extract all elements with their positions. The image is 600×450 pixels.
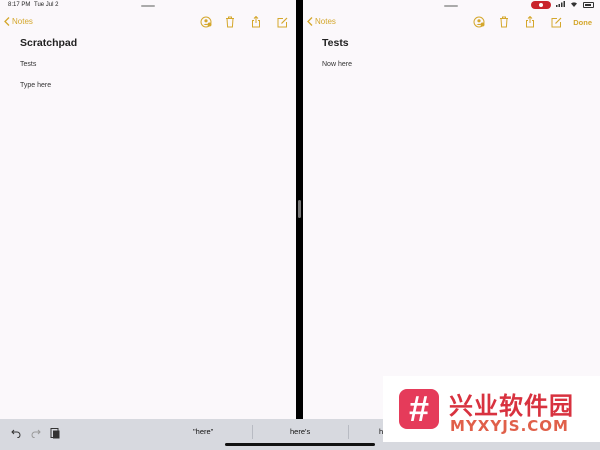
watermark-en-text: MYXYJS.COM	[450, 417, 569, 435]
suggestion-1[interactable]: "here"	[193, 427, 213, 436]
battery-icon	[583, 2, 594, 8]
split-view-divider[interactable]	[296, 0, 303, 450]
compose-icon[interactable]	[276, 16, 288, 28]
chevron-left-icon	[307, 17, 313, 26]
share-icon[interactable]	[524, 16, 536, 28]
note-line[interactable]: Type here	[20, 82, 51, 89]
left-multitask-grabber[interactable]	[141, 5, 155, 7]
signal-icon	[556, 1, 565, 9]
paste-icon[interactable]	[49, 427, 61, 439]
screen-recording-icon[interactable]	[531, 1, 551, 9]
chevron-left-icon	[4, 17, 10, 26]
left-back-button[interactable]: Notes	[4, 17, 33, 26]
right-navbar: Notes Done	[303, 14, 600, 32]
note-title[interactable]: Tests	[322, 37, 349, 49]
share-icon[interactable]	[250, 16, 262, 28]
status-time: 8:17 PM	[8, 2, 31, 8]
right-notes-pane: Notes Done Tests Now here	[303, 12, 600, 419]
watermark: # 兴业软件园 MYXYJS.COM	[383, 376, 600, 442]
back-label: Notes	[315, 17, 336, 26]
trash-icon[interactable]	[498, 16, 510, 28]
note-line[interactable]: Now here	[322, 61, 352, 68]
home-indicator[interactable]	[225, 443, 375, 446]
right-multitask-grabber[interactable]	[444, 5, 458, 7]
status-indicators	[531, 1, 594, 9]
wifi-icon	[570, 1, 578, 9]
watermark-cn-text: 兴业软件园	[449, 392, 574, 420]
suggestion-separator	[252, 425, 253, 439]
left-notes-pane: Notes Scratchpad Tests Type here	[0, 12, 296, 419]
redo-icon[interactable]	[30, 427, 42, 439]
left-navbar: Notes	[0, 14, 296, 32]
share-person-icon[interactable]	[200, 16, 212, 28]
done-button[interactable]: Done	[573, 18, 592, 27]
note-line[interactable]: Tests	[20, 61, 36, 68]
status-date: Tue Jul 2	[34, 2, 59, 8]
trash-icon[interactable]	[224, 16, 236, 28]
compose-icon[interactable]	[550, 16, 562, 28]
note-title[interactable]: Scratchpad	[20, 37, 77, 49]
suggestion-separator	[348, 425, 349, 439]
split-view-handle[interactable]	[298, 200, 301, 218]
right-back-button[interactable]: Notes	[307, 17, 336, 26]
back-label: Notes	[12, 17, 33, 26]
share-person-icon[interactable]	[473, 16, 485, 28]
undo-icon[interactable]	[10, 427, 22, 439]
watermark-logo: #	[399, 389, 439, 429]
suggestion-2[interactable]: here's	[290, 427, 310, 436]
